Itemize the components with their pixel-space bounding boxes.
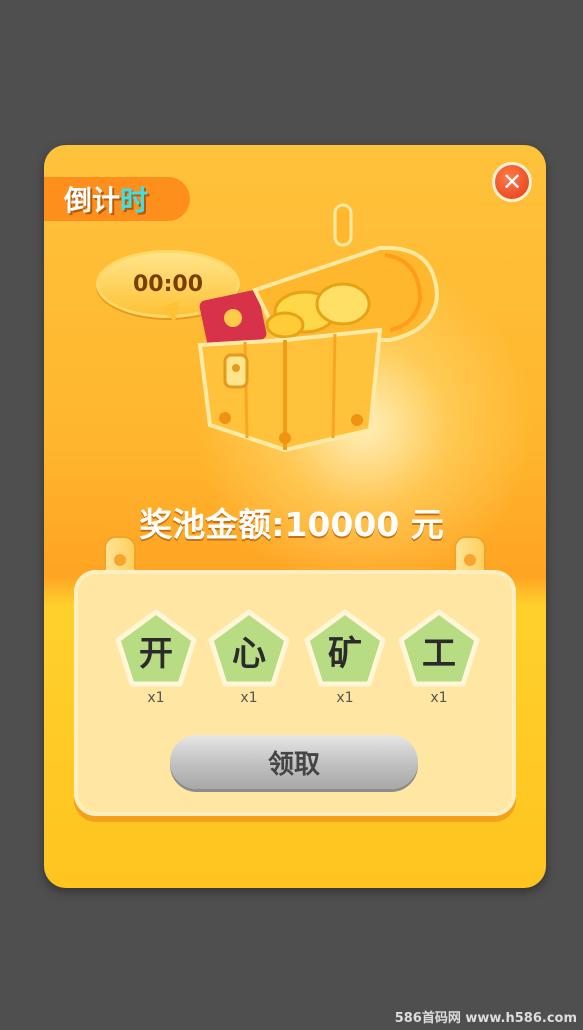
letter-char: 开: [139, 634, 173, 674]
letter-count: x1: [147, 690, 165, 706]
letter-card: 矿 x1: [303, 608, 387, 706]
letter-count: x1: [336, 690, 354, 706]
countdown-tag-highlight: 时: [120, 184, 149, 217]
prize-pool: 奖池金额:10000 元: [0, 498, 583, 546]
letter-card: 心 x1: [207, 608, 291, 706]
close-icon: ✕: [501, 168, 523, 196]
letter-collection: 开 x1 心 x1 矿 x1 工 x1: [74, 608, 516, 706]
letter-char: 心: [232, 634, 266, 674]
letter-char: 工: [422, 634, 456, 674]
letter-count: x1: [240, 690, 258, 706]
countdown-tag: 倒计时: [44, 177, 190, 221]
claim-button-label: 领取: [267, 749, 320, 780]
claim-button[interactable]: 领取: [170, 735, 418, 789]
watermark: 586首码网 www.h586.com: [394, 1011, 577, 1026]
prize-label: 奖池金额:: [139, 505, 285, 544]
treasure-chest-icon: [197, 203, 440, 453]
letter-card: 工 x1: [397, 608, 481, 706]
prize-amount: 10000: [284, 505, 400, 544]
countdown-tag-prefix: 倒计: [64, 184, 121, 217]
close-button[interactable]: ✕: [492, 162, 532, 202]
letter-count: x1: [430, 690, 448, 706]
prize-unit: 元: [410, 505, 444, 544]
letter-char: 矿: [328, 634, 362, 674]
letter-card: 开 x1: [114, 608, 198, 706]
